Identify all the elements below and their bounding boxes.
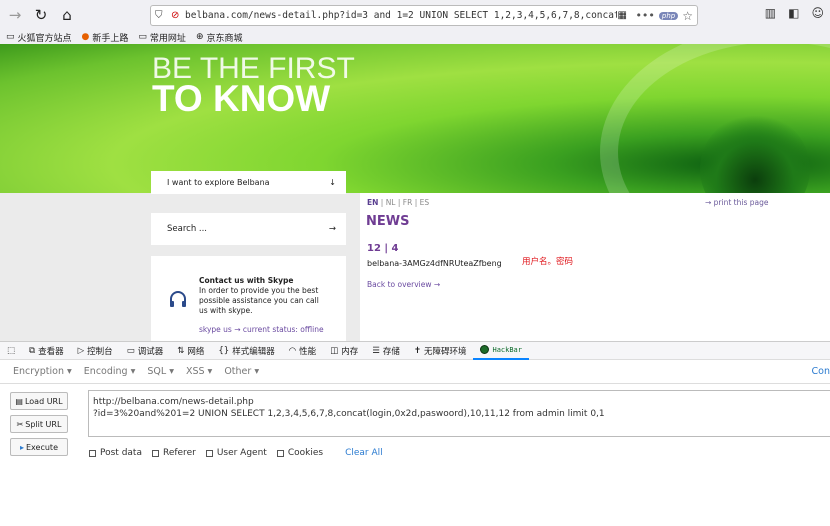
contact-text: In order to provide you the best possibl… xyxy=(199,286,319,315)
headset-icon xyxy=(170,291,186,307)
more-actions-icon[interactable]: ••• xyxy=(635,9,654,22)
checkbox[interactable] xyxy=(276,449,284,457)
folder-icon: ▭ xyxy=(138,32,147,42)
url-line: http://belbana.com/news-detail.php xyxy=(93,397,254,407)
referer-checkbox[interactable]: Referer xyxy=(151,448,196,458)
print-link[interactable]: → print this page xyxy=(705,198,768,207)
clear-all-link[interactable]: Clear All xyxy=(345,448,383,458)
tab-storage[interactable]: ☰ 存储 xyxy=(365,342,407,360)
home-icon[interactable]: ⌂ xyxy=(56,4,78,26)
arrow-right-icon[interactable]: → xyxy=(329,224,336,234)
style-editor-icon: {} xyxy=(218,345,230,356)
memory-icon: ◫ xyxy=(330,345,339,356)
toolbar-right: ▥ ◧ ☺ xyxy=(765,6,824,20)
shield-icon: ⛉ xyxy=(155,10,163,21)
page-title: NEWS xyxy=(366,214,410,229)
post-data-checkbox[interactable]: Post data xyxy=(89,448,142,458)
execute-button[interactable]: ▸ Execute xyxy=(10,438,68,456)
firefox-icon: ● xyxy=(81,32,90,42)
user-agent-checkbox[interactable]: User Agent xyxy=(205,448,267,458)
menu-sql[interactable]: SQL ▾ xyxy=(147,366,174,377)
annotation-text: 用户名。密码 xyxy=(522,257,574,267)
split-icon: ✂ xyxy=(16,419,24,429)
news-date: 12 | 4 xyxy=(367,243,399,254)
menu-encryption[interactable]: Encryption ▾ xyxy=(13,366,72,377)
hero-banner: BE THE FIRST TO KNOW xyxy=(0,44,830,193)
bookmark-item[interactable]: ▭ 火狐官方站点 xyxy=(6,31,72,44)
banner-headline-bold: TO KNOW xyxy=(152,78,331,119)
menu-other[interactable]: Other ▾ xyxy=(224,366,259,377)
tab-network[interactable]: ⇅ 网络 xyxy=(170,342,211,360)
hackbar-options: Post data Referer User Agent Cookies Cle… xyxy=(89,448,383,458)
address-bar[interactable]: ⛉ ⊘ belbana.com/news-detail.php?id=3 and… xyxy=(150,5,698,26)
menu-encoding[interactable]: Encoding ▾ xyxy=(84,366,136,377)
contact-title: Contact us with Skype xyxy=(199,276,294,285)
browser-toolbar: ← → ↻ ⌂ ⛉ ⊘ belbana.com/news-detail.php?… xyxy=(0,0,830,256)
language-switcher[interactable]: EN | NL | FR | ES xyxy=(367,198,429,207)
reload-icon[interactable]: ↻ xyxy=(30,4,52,26)
web-page: BE THE FIRST TO KNOW I want to explore B… xyxy=(0,44,830,341)
bookmark-item[interactable]: ⊕ 京东商城 xyxy=(196,31,243,44)
storage-icon: ☰ xyxy=(372,345,380,356)
split-url-button[interactable]: ✂ Split URL xyxy=(10,415,68,433)
insecure-lock-icon[interactable]: ⊘ xyxy=(171,10,185,21)
bookmark-star-icon[interactable]: ☆ xyxy=(682,9,693,23)
globe-icon: ⊕ xyxy=(195,32,204,42)
tab-performance[interactable]: ◠ 性能 xyxy=(282,342,323,360)
checkbox[interactable] xyxy=(151,449,159,457)
accessibility-icon: ✝ xyxy=(413,345,421,356)
tab-console[interactable]: ▷ 控制台 xyxy=(71,342,120,360)
debugger-icon: ▭ xyxy=(126,345,135,356)
tab-style-editor[interactable]: {} 样式编辑器 xyxy=(211,342,281,360)
qr-code-icon[interactable]: ▦ xyxy=(617,10,631,21)
library-icon[interactable]: ▥ xyxy=(765,6,776,20)
url-line: ?id=3%20and%201=2 UNION SELECT 1,2,3,4,5… xyxy=(93,409,605,419)
explore-dropdown[interactable]: I want to explore Belbana ↓ xyxy=(151,171,346,194)
devtools-panel: ⬚ ⧉ 查看器 ▷ 控制台 ▭ 调试器 ⇅ 网络 {} 样式编辑器 ◠ 性能 ◫ 内存 ☰ 存储… xyxy=(0,341,830,526)
menu-xss[interactable]: XSS ▾ xyxy=(186,366,212,377)
hackbar-icon xyxy=(480,345,490,354)
search-input[interactable]: Search ... → xyxy=(151,213,346,245)
load-url-button[interactable]: ▤ Load URL xyxy=(10,392,68,410)
url-text[interactable]: belbana.com/news-detail.php?id=3 and 1=2… xyxy=(185,10,617,21)
skype-link[interactable]: skype us → current status: offline xyxy=(199,325,324,334)
devtools-tabs: ⬚ ⧉ 查看器 ▷ 控制台 ▭ 调试器 ⇅ 网络 {} 样式编辑器 ◠ 性能 ◫ 内存 ☰ 存储… xyxy=(0,342,830,360)
url-textarea[interactable]: http://belbana.com/news-detail.php ?id=3… xyxy=(88,390,830,437)
pick-element-icon[interactable]: ⬚ xyxy=(0,342,22,360)
tab-debugger[interactable]: ▭ 调试器 xyxy=(120,342,171,360)
load-icon: ▤ xyxy=(15,396,23,406)
console-icon: ▷ xyxy=(77,345,85,356)
menu-contribute[interactable]: Con xyxy=(812,366,830,377)
back-to-overview-link[interactable]: Back to overview → xyxy=(367,280,440,289)
checkbox[interactable] xyxy=(89,449,96,457)
tab-memory[interactable]: ◫ 内存 xyxy=(323,342,365,360)
execute-icon: ▸ xyxy=(19,442,24,452)
bookmark-item[interactable]: ● 新手上路 xyxy=(82,31,129,44)
tab-hackbar[interactable]: HackBar xyxy=(473,342,529,360)
hackbar-menu: Encryption ▾ Encoding ▾ SQL ▾ XSS ▾ Othe… xyxy=(0,360,830,384)
performance-icon: ◠ xyxy=(288,345,297,356)
account-icon[interactable]: ☺ xyxy=(811,6,824,20)
folder-icon: ▭ xyxy=(6,32,15,42)
inspector-icon: ⧉ xyxy=(29,345,36,356)
bookmark-item[interactable]: ▭ 常用网址 xyxy=(138,31,186,44)
sidebar-icon[interactable]: ◧ xyxy=(788,6,799,20)
forward-arrow-icon[interactable]: → xyxy=(4,4,26,26)
bookmarks-bar: ▭ 火狐官方站点 ● 新手上路 ▭ 常用网址 ⊕ 京东商城 xyxy=(0,30,830,44)
injected-output: belbana-3AMGz4dfNRUteaZfbeng xyxy=(367,259,502,268)
tab-accessibility[interactable]: ✝ 无障碍环境 xyxy=(407,342,474,360)
network-icon: ⇅ xyxy=(177,345,185,356)
php-badge: php xyxy=(658,11,679,20)
checkbox[interactable] xyxy=(205,449,213,457)
tab-inspector[interactable]: ⧉ 查看器 xyxy=(22,342,71,360)
contact-card: Contact us with Skype In order to provid… xyxy=(151,256,346,341)
chevron-down-icon: ↓ xyxy=(329,178,336,187)
cookies-checkbox[interactable]: Cookies xyxy=(276,448,323,458)
